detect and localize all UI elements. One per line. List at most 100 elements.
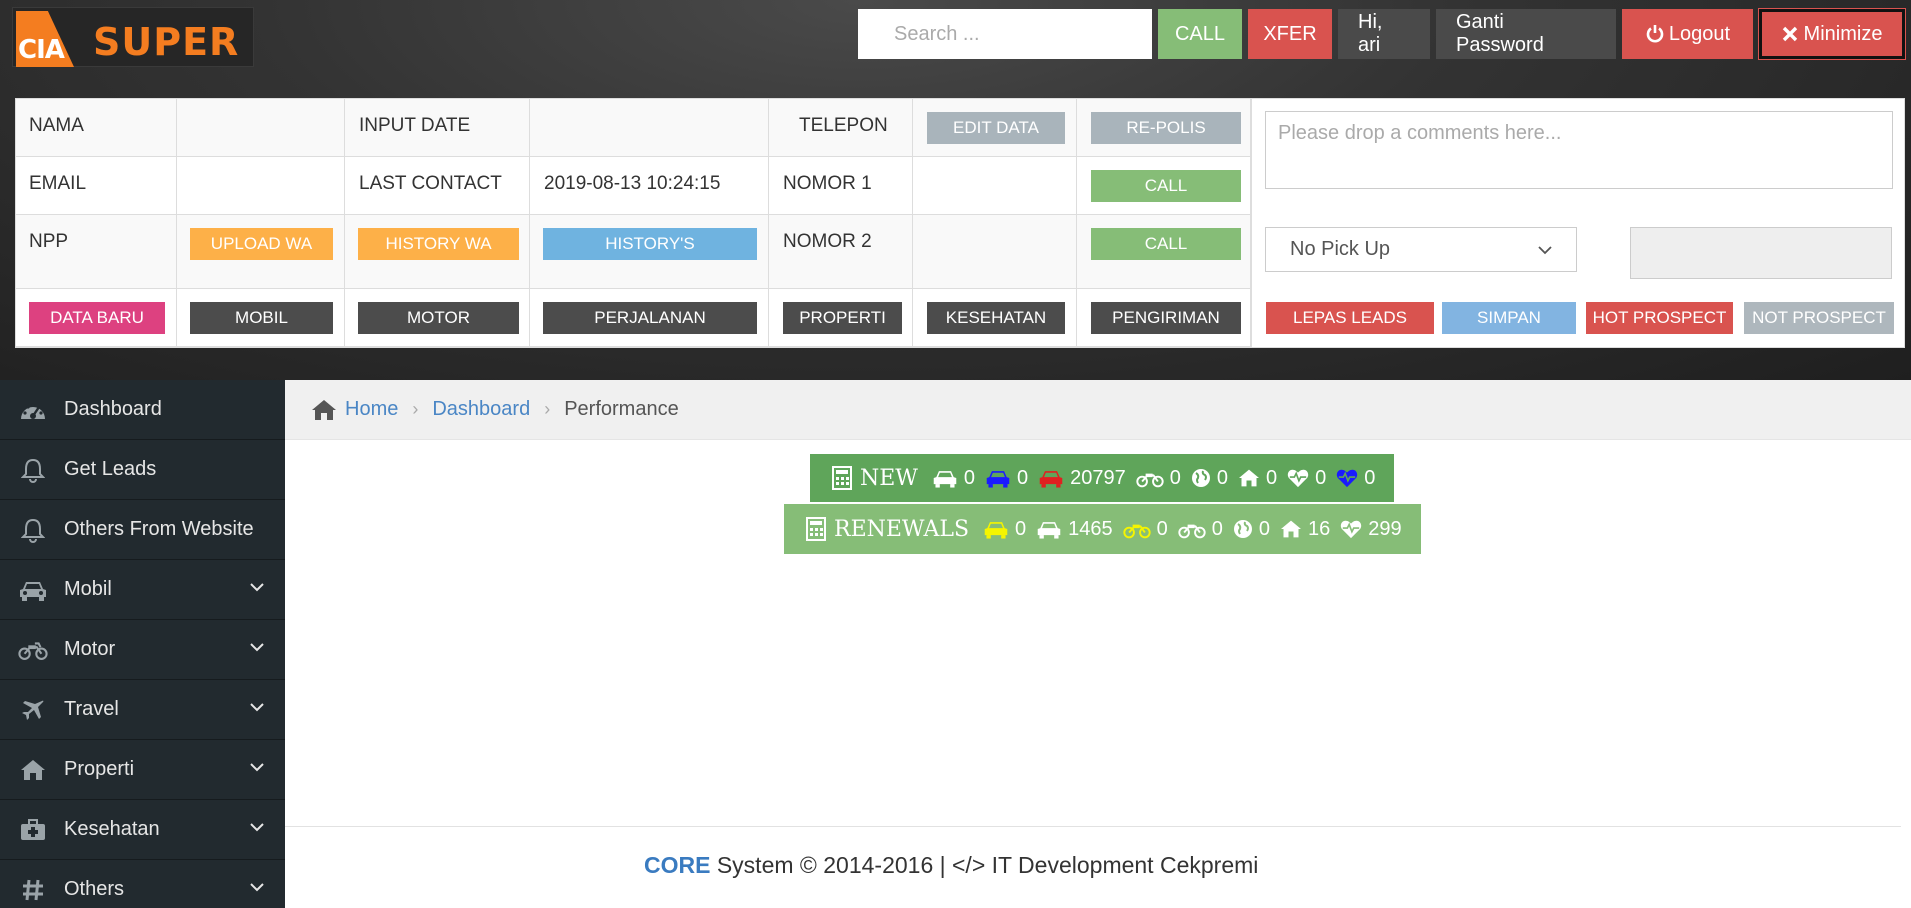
edit-data-button[interactable]: EDIT DATA — [927, 112, 1065, 144]
comment-textarea[interactable] — [1265, 111, 1893, 189]
heartbeat-icon — [1341, 520, 1362, 539]
xfer-button[interactable]: XFER — [1248, 9, 1332, 59]
simpan-button[interactable]: SIMPAN — [1442, 302, 1576, 334]
breadcrumb: Home › Dashboard › Performance — [285, 380, 1911, 440]
historys-button[interactable]: HISTORY'S — [543, 228, 757, 260]
stats-new-bar: NEW 0 0 20797 0 0 0 0 0 — [810, 454, 1394, 502]
chevron-down-icon — [250, 883, 264, 892]
footer: CORE System © 2014-2016 | </> IT Develop… — [644, 852, 1258, 879]
breadcrumb-separator-icon: › — [544, 399, 551, 419]
chevron-down-icon — [1538, 245, 1552, 254]
globe-icon — [1191, 469, 1210, 487]
call-status-select[interactable]: No Pick Up — [1265, 227, 1577, 272]
stat-renew-heartbeat: 299 — [1340, 518, 1402, 541]
chevron-down-icon — [250, 643, 264, 652]
stat-new-heartbeat-white: 0 — [1287, 467, 1326, 490]
logout-button[interactable]: Logout — [1622, 9, 1753, 59]
status-extra-field[interactable] — [1630, 227, 1892, 279]
breadcrumb-home-link[interactable]: Home — [345, 398, 398, 421]
footer-text: System © 2014-2016 | </> IT Development … — [710, 852, 1259, 878]
sidebar-item-kesehatan[interactable]: Kesehatan — [0, 800, 285, 860]
stat-new-car-red: 20797 — [1038, 467, 1126, 490]
sidebar-item-label: Motor — [64, 638, 116, 660]
motorcycle-icon — [1178, 524, 1206, 539]
sidebar-item-others-from-website[interactable]: Others From Website — [0, 500, 285, 560]
not-prospect-button[interactable]: NOT PROSPECT — [1744, 302, 1894, 334]
heartbeat-icon — [1337, 469, 1358, 488]
minimize-label: Minimize — [1803, 22, 1883, 45]
medkit-icon — [18, 815, 48, 845]
motorcycle-icon — [18, 635, 48, 665]
sidebar-item-travel[interactable]: Travel — [0, 680, 285, 740]
logout-label: Logout — [1668, 22, 1731, 45]
breadcrumb-current: Performance — [564, 398, 679, 420]
call-nomor-2-button[interactable]: CALL — [1091, 228, 1241, 260]
sidebar-item-motor[interactable]: Motor — [0, 620, 285, 680]
home-icon — [312, 399, 336, 420]
kesehatan-button[interactable]: KESEHATAN — [927, 302, 1065, 334]
sidebar: Dashboard Get Leads Others From Website … — [0, 380, 285, 908]
motorcycle-icon — [1136, 473, 1164, 488]
car-icon — [1037, 522, 1061, 539]
stat-new-globe: 0 — [1191, 467, 1228, 490]
label-email: EMAIL — [29, 173, 87, 194]
re-polis-button[interactable]: RE-POLIS — [1091, 112, 1241, 144]
logo-badge: CIA — [16, 11, 74, 67]
search-input[interactable] — [858, 9, 1152, 59]
stat-new-motorcycle: 0 — [1136, 467, 1181, 490]
change-password-button[interactable]: Ganti Password — [1436, 9, 1616, 59]
properti-button[interactable]: PROPERTI — [783, 302, 902, 334]
home-icon — [18, 755, 48, 785]
sidebar-item-others[interactable]: Others — [0, 860, 285, 908]
sidebar-item-label: Get Leads — [64, 458, 157, 480]
breadcrumb-dashboard-link[interactable]: Dashboard — [432, 398, 530, 421]
car-icon — [933, 471, 957, 488]
perjalanan-button[interactable]: PERJALANAN — [543, 302, 757, 334]
label-nomor-1: NOMOR 1 — [783, 173, 872, 194]
sidebar-item-label: Dashboard — [64, 398, 162, 420]
minimize-button[interactable]: Minimize — [1759, 9, 1905, 59]
sidebar-item-label: Mobil — [64, 578, 112, 600]
mobil-button[interactable]: MOBIL — [190, 302, 333, 334]
upload-wa-button[interactable]: UPLOAD WA — [190, 228, 333, 260]
label-nomor-2: NOMOR 2 — [783, 231, 872, 252]
label-last-contact: LAST CONTACT — [359, 173, 502, 194]
home-icon — [1239, 469, 1260, 487]
app-logo[interactable]: CIA SUPER — [12, 7, 254, 67]
sidebar-item-label: Others — [64, 878, 125, 900]
logo-brand: SUPER — [93, 20, 240, 64]
stat-new-heartbeat-blue: 0 — [1336, 467, 1375, 490]
stat-renew-car-white: 1465 — [1036, 518, 1113, 541]
sidebar-item-get-leads[interactable]: Get Leads — [0, 440, 285, 500]
chevron-down-icon — [250, 763, 264, 772]
last-contact-value: 2019-08-13 10:24:15 — [544, 173, 721, 194]
sidebar-item-label: Others From Website — [64, 518, 254, 540]
motor-button[interactable]: MOTOR — [358, 302, 519, 334]
stat-renew-motorcycle-yellow: 0 — [1123, 518, 1168, 541]
stat-new-home: 0 — [1238, 467, 1277, 490]
label-nama: NAMA — [29, 115, 84, 136]
top-header: CIA SUPER CALL XFER Hi, ari Ganti Passwo… — [0, 0, 1911, 380]
breadcrumb-separator-icon: › — [412, 399, 419, 419]
bell-icon — [18, 515, 48, 545]
user-greeting-button[interactable]: Hi, ari — [1338, 9, 1430, 59]
car-icon — [984, 522, 1008, 539]
history-wa-button[interactable]: HISTORY WA — [358, 228, 519, 260]
call-button[interactable]: CALL — [1158, 9, 1242, 59]
sidebar-item-dashboard[interactable]: Dashboard — [0, 380, 285, 440]
data-baru-button[interactable]: DATA BARU — [29, 302, 165, 334]
hot-prospect-button[interactable]: HOT PROSPECT — [1586, 302, 1733, 334]
calculator-icon — [806, 517, 826, 541]
stats-renewals-bar: RENEWALS 0 1465 0 0 0 16 299 — [784, 504, 1421, 554]
call-nomor-1-button[interactable]: CALL — [1091, 170, 1241, 202]
lepas-leads-button[interactable]: LEPAS LEADS — [1266, 302, 1434, 334]
pengiriman-button[interactable]: PENGIRIMAN — [1091, 302, 1241, 334]
stat-new-car-blue: 0 — [985, 467, 1028, 490]
dashboard-icon — [18, 395, 48, 425]
stats-renewals-title: RENEWALS — [834, 516, 970, 542]
sidebar-item-properti[interactable]: Properti — [0, 740, 285, 800]
stat-renew-motorcycle-white: 0 — [1178, 518, 1223, 541]
call-status-value: No Pick Up — [1290, 238, 1391, 260]
close-icon — [1782, 26, 1797, 42]
sidebar-item-mobil[interactable]: Mobil — [0, 560, 285, 620]
